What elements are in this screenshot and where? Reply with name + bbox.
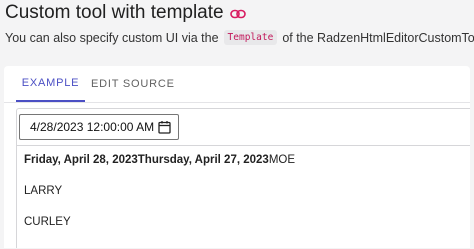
intro-text-before: You can also specify custom UI via the [5,30,219,45]
tab-divider [4,102,470,103]
content-name-moe: MOE [268,154,296,166]
content-first-line: Friday, April 28, 2023Thursday, April 27… [24,154,295,166]
content-date-yesterday: Thursday, April 27, 2023 [137,154,269,166]
intro-text-after: of the RadzenHtmlEditorCustomTool. [282,30,474,45]
editor-toolbar: 4/28/2023 12:00:00 AM [17,109,470,145]
tab-edit-source[interactable]: EDIT SOURCE [91,66,187,102]
editor-content[interactable]: Friday, April 28, 2023Thursday, April 27… [17,145,470,249]
date-input[interactable]: 4/28/2023 12:00:00 AM [19,114,179,140]
content-date-today: Friday, April 28, 2023 [24,154,138,166]
page-title: Custom tool with template [5,2,224,23]
intro-text: You can also specify custom UI via the T… [5,30,474,45]
link-icon[interactable] [229,8,246,20]
content-name-curley: CURLEY [24,216,71,228]
template-code: Template [223,30,278,45]
calendar-icon[interactable] [158,120,171,134]
tab-example[interactable]: EXAMPLE [16,66,85,102]
html-editor: 4/28/2023 12:00:00 AM Friday, April 28, … [16,108,470,248]
date-input-value: 4/28/2023 12:00:00 AM [30,120,155,134]
content-name-larry: LARRY [24,185,63,197]
page-heading: Custom tool with template [5,2,246,24]
tab-bar: EXAMPLE EDIT SOURCE [16,66,187,102]
example-card: EXAMPLE EDIT SOURCE 4/28/2023 12:00:00 A… [4,66,470,248]
